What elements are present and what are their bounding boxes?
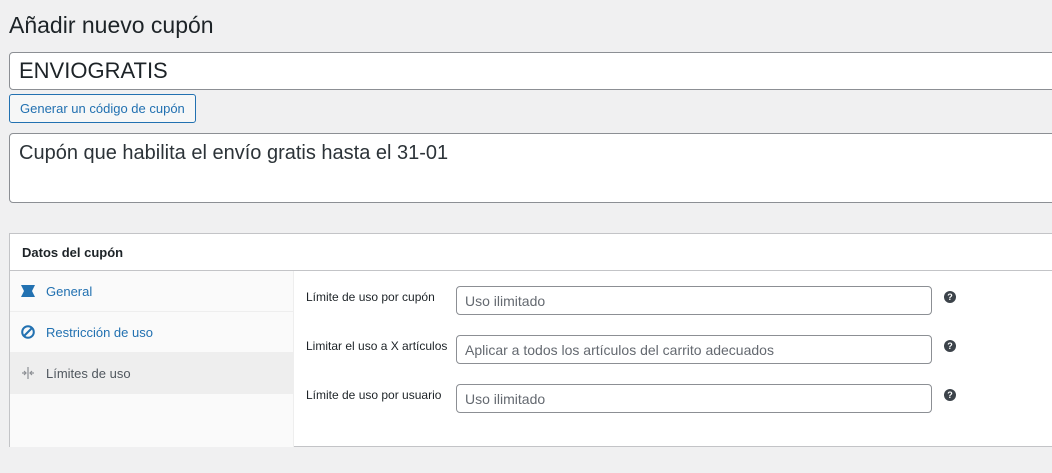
coupon-data-tabs: General Restricción de uso Límites de us… — [10, 271, 294, 447]
coupon-code-input[interactable] — [9, 52, 1052, 90]
tab-general[interactable]: General — [10, 271, 293, 312]
coupon-data-title: Datos del cupón — [22, 244, 124, 260]
tab-general-label: General — [46, 283, 93, 299]
usage-limit-per-coupon-input[interactable] — [456, 286, 932, 315]
coupon-description-textarea[interactable]: Cupón que habilita el envío gratis hasta… — [9, 133, 1052, 203]
block-icon — [20, 324, 36, 340]
usage-limit-per-user-input[interactable] — [456, 384, 932, 413]
tab-usage-restriction-label: Restricción de uso — [46, 324, 153, 340]
coupon-data-header: Datos del cupón — [10, 234, 1052, 271]
limit-usage-to-x-items-row: Limitar el uso a X artículos ? — [306, 335, 956, 364]
arrows-icon — [20, 365, 36, 381]
limit-usage-to-x-items-label: Limitar el uso a X artículos — [306, 339, 448, 353]
usage-limit-per-user-label: Límite de uso por usuario — [306, 388, 442, 402]
tab-usage-limits[interactable]: Límites de uso — [10, 353, 293, 394]
tab-usage-limits-label: Límites de uso — [46, 365, 131, 381]
usage-limit-per-coupon-label: Límite de uso por cupón — [306, 290, 435, 304]
limit-usage-to-x-items-input[interactable] — [456, 335, 932, 364]
generate-coupon-code-button[interactable]: Generar un código de cupón — [9, 94, 196, 123]
page: Añadir nuevo cupón Generar un código de … — [0, 0, 1052, 473]
help-icon[interactable]: ? — [944, 340, 956, 352]
usage-limits-fields: Límite de uso por cupón ? Limitar el uso… — [294, 271, 1052, 447]
help-icon[interactable]: ? — [944, 389, 956, 401]
help-icon[interactable]: ? — [944, 291, 956, 303]
tab-usage-restriction[interactable]: Restricción de uso — [10, 312, 293, 353]
page-title: Añadir nuevo cupón — [9, 12, 214, 38]
usage-limit-per-coupon-row: Límite de uso por cupón ? — [306, 286, 956, 315]
ticket-icon — [20, 283, 36, 299]
coupon-data-panel: Datos del cupón General Restricción de u… — [9, 233, 1052, 447]
usage-limit-per-user-row: Límite de uso por usuario ? — [306, 384, 956, 413]
